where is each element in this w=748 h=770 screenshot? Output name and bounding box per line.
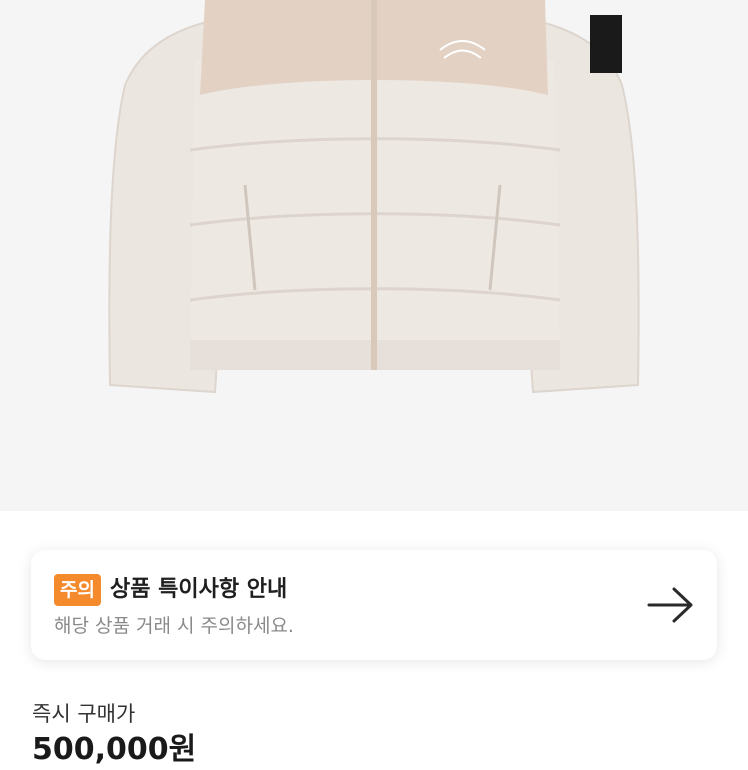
- notice-title: 상품 특이사항 안내: [110, 577, 288, 602]
- product-image[interactable]: [0, 0, 748, 511]
- arrow-right-icon[interactable]: [646, 585, 696, 625]
- caution-badge: 주의: [54, 574, 101, 606]
- jacket-illustration: [108, 0, 640, 394]
- notice-card[interactable]: 주의 상품 특이사항 안내 해당 상품 거래 시 주의하세요.: [31, 550, 717, 660]
- instant-buy-price: 500,000원: [32, 732, 197, 767]
- instant-buy-label: 즉시 구매가: [32, 702, 136, 726]
- notice-subtitle: 해당 상품 거래 시 주의하세요.: [54, 615, 294, 637]
